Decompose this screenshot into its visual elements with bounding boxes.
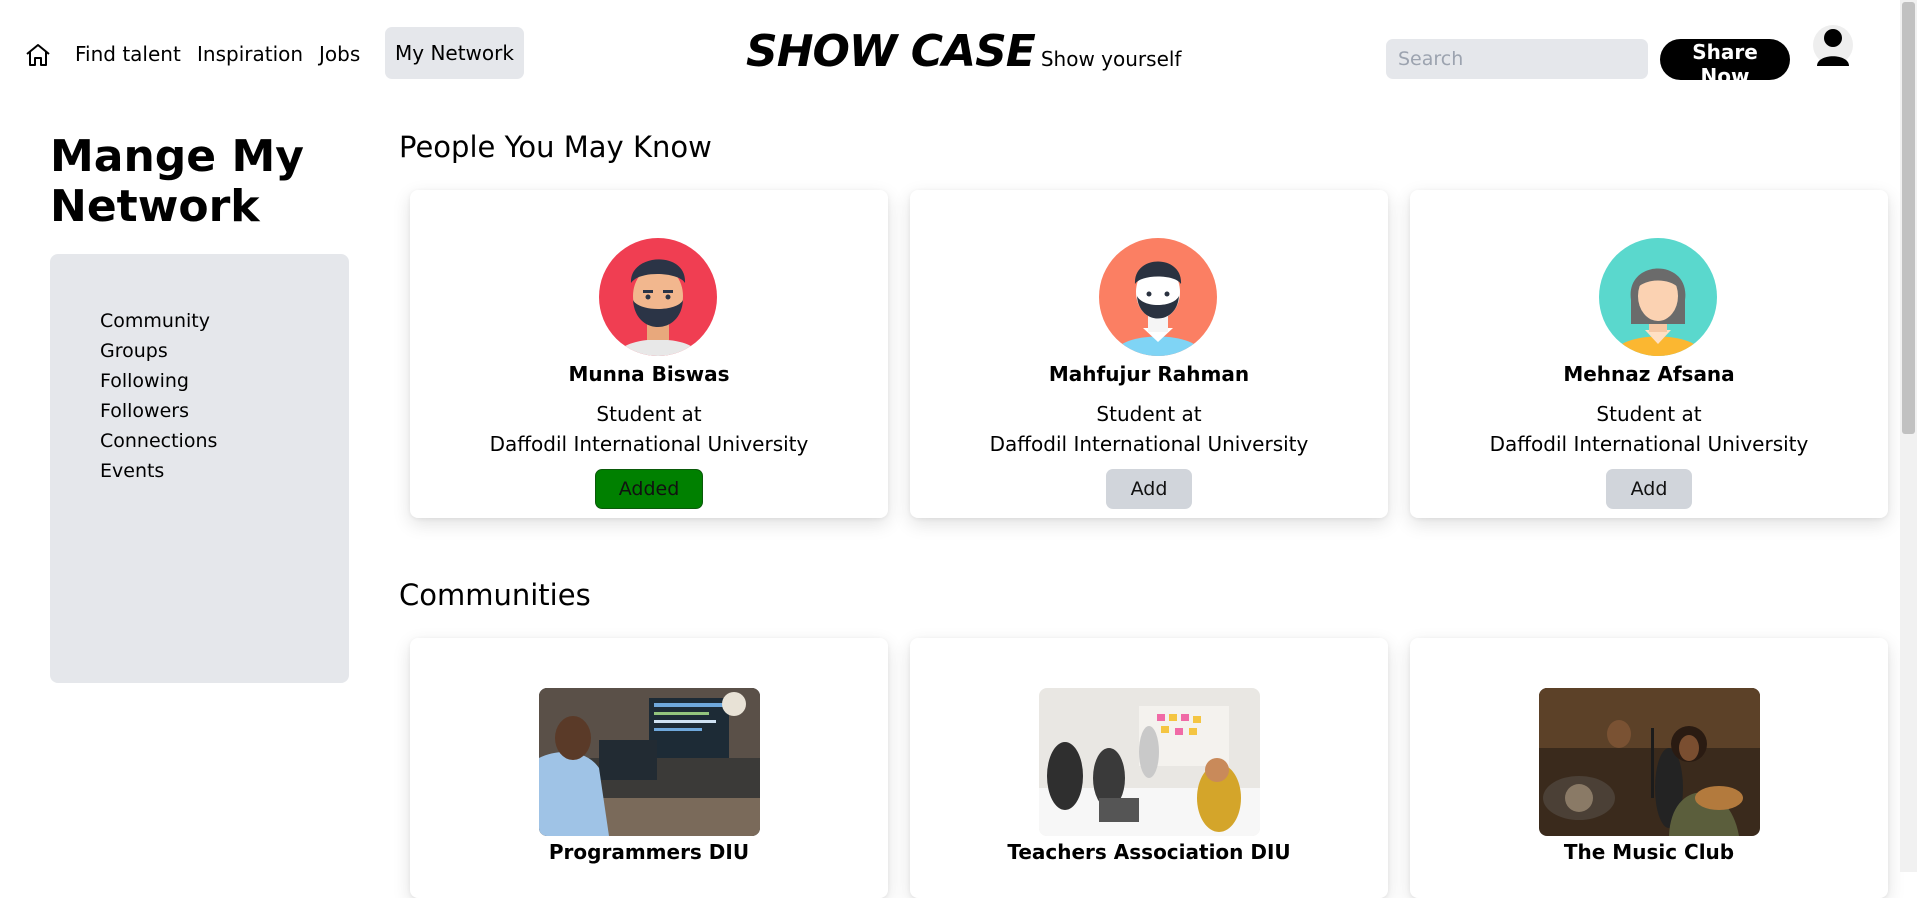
person-card: Mehnaz Afsana Student at Daffodil Intern… xyxy=(1410,190,1888,518)
brand-title: SHOW CASE xyxy=(746,26,1036,77)
person-organization: Daffodil International University xyxy=(489,432,809,456)
sidebar-item-following[interactable]: Following xyxy=(100,366,217,396)
home-icon[interactable] xyxy=(24,42,52,68)
person-organization: Daffodil International University xyxy=(1489,432,1809,456)
sidebar-menu: Community Groups Following Followers Con… xyxy=(100,306,217,486)
person-avatar xyxy=(1599,238,1717,356)
top-navbar: Find talent Inspiration Jobs My Network … xyxy=(0,0,1900,110)
nav-find-talent[interactable]: Find talent xyxy=(75,40,181,68)
people-section-title: People You May Know xyxy=(399,130,712,164)
brand: SHOW CASE Show yourself xyxy=(746,26,1181,77)
person-name[interactable]: Munna Biswas xyxy=(410,362,888,386)
community-name[interactable]: Programmers DIU xyxy=(410,840,888,864)
add-button[interactable]: Add xyxy=(1106,469,1192,509)
person-role: Student at xyxy=(1596,402,1702,426)
sidebar-title: Mange My Network xyxy=(50,131,304,232)
person-card: Munna Biswas Student at Daffodil Interna… xyxy=(410,190,888,518)
person-name[interactable]: Mahfujur Rahman xyxy=(910,362,1388,386)
person-role: Student at xyxy=(1096,402,1202,426)
user-icon[interactable] xyxy=(1812,24,1854,70)
share-now-button[interactable]: Share Now xyxy=(1660,39,1790,88)
search-input[interactable] xyxy=(1386,39,1648,79)
community-image[interactable] xyxy=(1039,688,1260,836)
sidebar-item-groups[interactable]: Groups xyxy=(100,336,217,366)
person-card: Mahfujur Rahman Student at Daffodil Inte… xyxy=(910,190,1388,518)
person-name[interactable]: Mehnaz Afsana xyxy=(1410,362,1888,386)
person-role: Student at xyxy=(596,402,702,426)
communities-section-title: Communities xyxy=(399,578,591,612)
sidebar-item-connections[interactable]: Connections xyxy=(100,426,217,456)
community-name[interactable]: The Music Club xyxy=(1410,840,1888,864)
community-card: The Music Club xyxy=(1410,638,1888,898)
community-image[interactable] xyxy=(539,688,760,836)
sidebar-item-community[interactable]: Community xyxy=(100,306,217,336)
add-button[interactable]: Add xyxy=(1606,469,1692,509)
person-organization: Daffodil International University xyxy=(989,432,1309,456)
community-card: Programmers DIU xyxy=(410,638,888,898)
nav-jobs[interactable]: Jobs xyxy=(319,40,360,68)
person-avatar xyxy=(599,238,717,356)
page-scrollbar[interactable] xyxy=(1900,0,1917,872)
sidebar-panel: Community Groups Following Followers Con… xyxy=(50,254,349,683)
nav-my-network[interactable]: My Network xyxy=(385,27,524,79)
added-button[interactable]: Added xyxy=(595,469,703,509)
community-image[interactable] xyxy=(1539,688,1760,836)
community-card: Teachers Association DIU xyxy=(910,638,1388,898)
community-name[interactable]: Teachers Association DIU xyxy=(910,840,1388,864)
brand-tagline: Show yourself xyxy=(1040,47,1182,71)
sidebar-item-events[interactable]: Events xyxy=(100,456,217,486)
person-avatar xyxy=(1099,238,1217,356)
sidebar-item-followers[interactable]: Followers xyxy=(100,396,217,426)
scrollbar-thumb[interactable] xyxy=(1902,2,1915,434)
nav-inspiration[interactable]: Inspiration xyxy=(197,40,303,68)
